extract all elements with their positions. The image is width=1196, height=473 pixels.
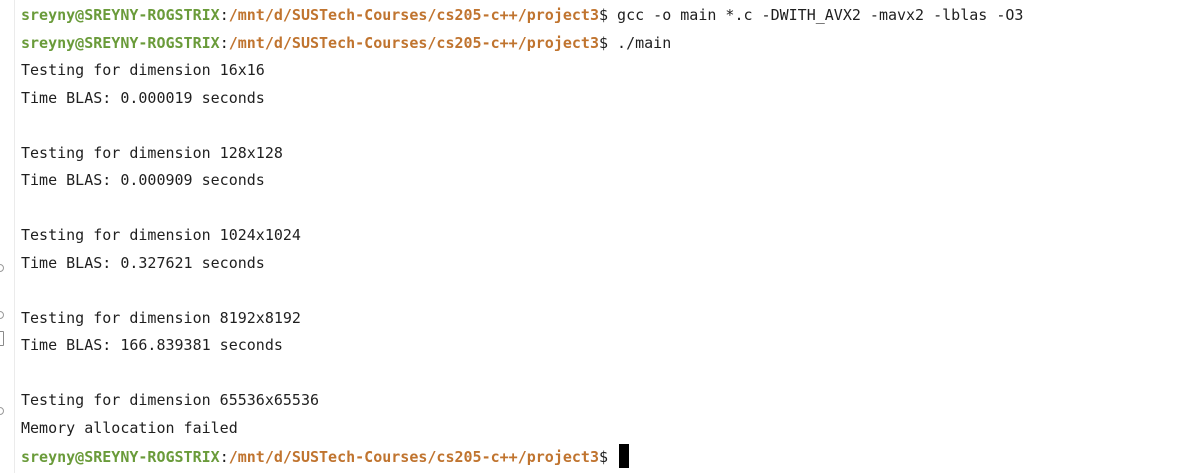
output-line: Time BLAS: 0.327621 seconds — [21, 253, 265, 272]
prompt-dollar: $ — [598, 6, 618, 24]
prompt-user: sreyny@SREYNY-ROGSTRIX — [21, 6, 220, 24]
output-line: Time BLAS: 166.839381 seconds — [21, 336, 283, 354]
output-line: Time BLAS: 0.000019 seconds — [21, 88, 265, 107]
prompt-colon: : — [219, 6, 229, 24]
output-line: Testing for dimension 16x16 — [21, 61, 265, 79]
prompt-line: sreyny@SREYNY-ROGSTRIX:/mnt/d/SUSTech-Co… — [21, 444, 1196, 472]
output-line: Memory allocation failed — [21, 418, 238, 437]
command-text: gcc -o main *.c -DWITH_AVX2 -mavx2 -lbla… — [617, 6, 1024, 24]
output-line: Time BLAS: 0.000909 seconds — [21, 171, 265, 189]
prompt-path: /mnt/d/SUSTech-Courses/cs205-c++/project… — [228, 33, 599, 52]
gutter-marker-icon — [0, 311, 4, 319]
prompt-dollar: $ — [598, 448, 618, 466]
output-line: Testing for dimension 128x128 — [21, 143, 283, 162]
gutter-marker-icon — [0, 407, 4, 415]
output-line: Testing for dimension 1024x1024 — [21, 226, 301, 244]
prompt-colon: : — [219, 448, 229, 466]
prompt-user: sreyny@SREYNY-ROGSTRIX — [21, 448, 220, 466]
command-text: ./main — [617, 33, 672, 52]
prompt-dollar: $ — [598, 33, 618, 52]
prompt-user: sreyny@SREYNY-ROGSTRIX — [21, 33, 220, 52]
prompt-colon: : — [219, 33, 229, 52]
prompt-path: /mnt/d/SUSTech-Courses/cs205-c++/project… — [228, 448, 599, 466]
gutter-marker-icon — [0, 264, 4, 272]
prompt-line: sreyny@SREYNY-ROGSTRIX:/mnt/d/SUSTech-Co… — [21, 32, 1196, 60]
output-line: Testing for dimension 65536x65536 — [21, 391, 320, 409]
prompt-line: sreyny@SREYNY-ROGSTRIX:/mnt/d/SUSTech-Co… — [21, 4, 1196, 32]
output-line: Testing for dimension 8192x8192 — [21, 308, 301, 327]
terminal-output[interactable]: sreyny@SREYNY-ROGSTRIX:/mnt/d/SUSTech-Co… — [21, 4, 1196, 472]
text-cursor[interactable] — [619, 444, 630, 468]
gutter-bookmark-icon — [0, 331, 4, 346]
left-gutter — [0, 0, 15, 473]
prompt-path: /mnt/d/SUSTech-Courses/cs205-c++/project… — [228, 6, 599, 24]
